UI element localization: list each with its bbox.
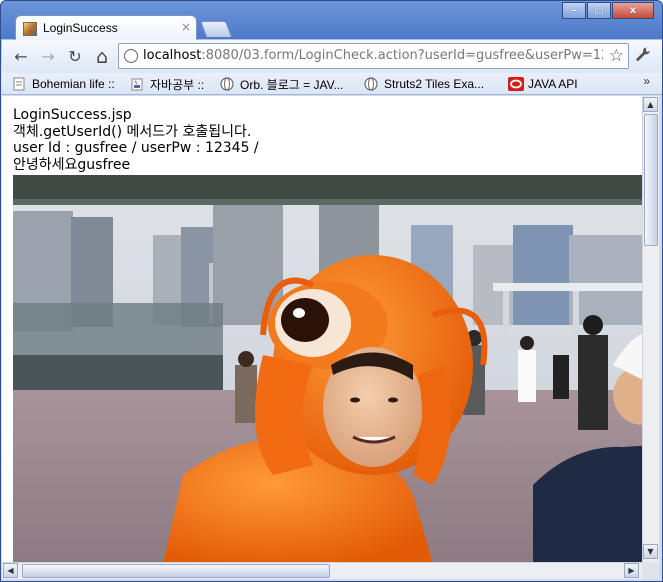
scroll-up-arrow-icon[interactable]: ▲ <box>643 97 658 112</box>
page-favicon-icon <box>23 22 37 36</box>
scrollbar-corner <box>642 562 659 579</box>
new-tab-button[interactable] <box>200 21 232 37</box>
wrench-icon[interactable] <box>635 46 651 66</box>
bookmark-item[interactable]: Struts2 Tiles Exa... <box>364 76 484 92</box>
close-tab-icon[interactable]: × <box>181 20 191 34</box>
bookmark-item[interactable]: Orb. 블로그 = JAV... <box>220 76 344 92</box>
scroll-left-arrow-icon[interactable]: ◀ <box>3 563 18 578</box>
page-icon <box>12 77 26 91</box>
globe-icon <box>124 49 138 63</box>
tab-strip: LoginSuccess × – □ x <box>1 1 662 41</box>
globe-icon <box>364 77 378 91</box>
bookmark-item[interactable]: Bohemian life :: <box>12 76 115 92</box>
bookmark-label: Bohemian life :: <box>32 77 115 91</box>
bookmark-label: 자바공부 :: <box>150 77 205 92</box>
url-text[interactable]: localhost:8080/03.form/LoginCheck.action… <box>143 48 603 63</box>
vertical-scroll-thumb[interactable] <box>644 114 658 246</box>
bookmark-label: JAVA API <box>528 77 578 91</box>
forward-arrow-icon[interactable]: → <box>39 48 57 66</box>
bookmark-star-icon[interactable]: ☆ <box>609 46 624 66</box>
scroll-down-arrow-icon[interactable]: ▼ <box>643 544 658 559</box>
bookmark-item[interactable]: JAVA API <box>508 76 578 92</box>
bookmark-item[interactable]: 자바공부 :: <box>130 76 204 92</box>
tab-login-success[interactable]: LoginSuccess × <box>15 15 197 41</box>
window-controls: – □ x <box>561 2 654 19</box>
maximize-button[interactable]: □ <box>587 2 611 19</box>
oracle-icon <box>508 77 524 91</box>
minimize-button[interactable]: – <box>562 2 586 19</box>
page-text: LoginSuccess.jsp 객체.getUserId() 메서드가 호출됩… <box>13 107 259 173</box>
photo-image <box>13 175 646 562</box>
greeting-message: 안녕하세요gusfree <box>13 156 131 173</box>
method-call-message: 객체.getUserId() 메서드가 호출됩니다. <box>13 123 252 140</box>
globe-icon <box>220 77 234 91</box>
user-credentials-line: user Id : gusfree / userPw : 12345 / <box>13 140 259 156</box>
back-arrow-icon[interactable]: ← <box>12 48 30 66</box>
url-host: localhost <box>143 48 202 63</box>
horizontal-scroll-thumb[interactable] <box>22 564 330 578</box>
toolbar: ← → ↻ ⌂ localhost:8080/03.form/LoginChec… <box>2 40 662 73</box>
java-icon <box>130 77 144 91</box>
reload-icon[interactable]: ↻ <box>66 48 84 66</box>
bookmark-label: Orb. 블로그 = JAV... <box>240 77 344 92</box>
page-heading: LoginSuccess.jsp <box>13 107 132 123</box>
browser-window: LoginSuccess × – □ x ← → ↻ ⌂ localhost:8… <box>0 0 663 582</box>
page-content: LoginSuccess.jsp 객체.getUserId() 메서드가 호출됩… <box>2 96 646 562</box>
address-bar[interactable]: localhost:8080/03.form/LoginCheck.action… <box>118 43 629 69</box>
vertical-scrollbar[interactable]: ▲ ▼ <box>642 96 659 562</box>
bookmark-label: Struts2 Tiles Exa... <box>384 77 485 91</box>
url-path: :8080/03.form/LoginCheck.action?userId=g… <box>201 48 603 63</box>
home-icon[interactable]: ⌂ <box>93 48 111 67</box>
more-bookmarks-chevron-icon[interactable]: » <box>643 74 650 88</box>
tab-title: LoginSuccess <box>43 21 118 35</box>
scroll-right-arrow-icon[interactable]: ▶ <box>624 563 639 578</box>
close-window-button[interactable]: x <box>612 2 654 19</box>
bookmarks-bar: Bohemian life :: 자바공부 :: Orb. 블로그 = JAV.… <box>2 73 662 95</box>
horizontal-scrollbar[interactable]: ◀ ▶ <box>2 562 642 579</box>
